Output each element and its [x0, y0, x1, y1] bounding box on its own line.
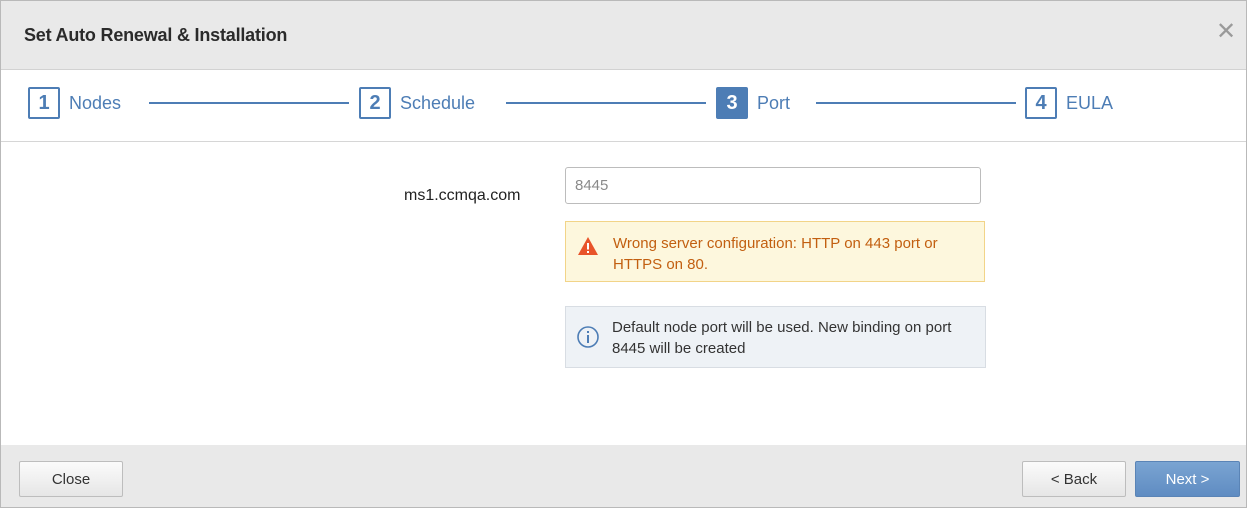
auto-renewal-dialog: Set Auto Renewal & Installation ✕ 1 Node… [0, 0, 1247, 508]
dialog-content: ms1.ccmqa.com Wrong server configuration… [1, 142, 1246, 444]
next-button[interactable]: Next > [1135, 461, 1240, 497]
step-number: 1 [28, 87, 60, 119]
step-port[interactable]: 3 Port [716, 86, 790, 120]
step-label: Nodes [69, 92, 122, 113]
dialog-title: Set Auto Renewal & Installation [24, 25, 288, 45]
warning-text: Wrong server configuration: HTTP on 443 … [613, 235, 938, 273]
back-button[interactable]: < Back [1022, 461, 1126, 497]
port-input[interactable] [565, 167, 981, 204]
step-nodes[interactable]: 1 Nodes [28, 86, 121, 120]
dialog-header: Set Auto Renewal & Installation ✕ [1, 1, 1246, 70]
warning-triangle-icon [578, 237, 598, 255]
dialog-footer: Close < Back Next > [1, 445, 1246, 507]
step-connector [506, 102, 706, 104]
info-circle-icon [577, 326, 599, 348]
step-number: 2 [359, 87, 391, 119]
step-label: Port [757, 92, 791, 113]
step-schedule[interactable]: 2 Schedule [359, 86, 475, 120]
step-label: EULA [1066, 92, 1114, 113]
host-label: ms1.ccmqa.com [404, 187, 521, 204]
warning-message: Wrong server configuration: HTTP on 443 … [565, 221, 985, 282]
info-text: Default node port will be used. New bind… [612, 319, 952, 357]
step-number: 3 [716, 87, 748, 119]
step-connector [149, 102, 349, 104]
step-label: Schedule [400, 92, 476, 113]
info-message: Default node port will be used. New bind… [565, 306, 986, 368]
step-number: 4 [1025, 87, 1057, 119]
step-connector [816, 102, 1016, 104]
step-eula[interactable]: 4 EULA [1025, 86, 1113, 120]
close-button[interactable]: Close [19, 461, 123, 497]
wizard-steps: 1 Nodes 2 Schedule 3 Port 4 EULA [1, 70, 1246, 142]
close-icon[interactable]: ✕ [1215, 19, 1237, 45]
